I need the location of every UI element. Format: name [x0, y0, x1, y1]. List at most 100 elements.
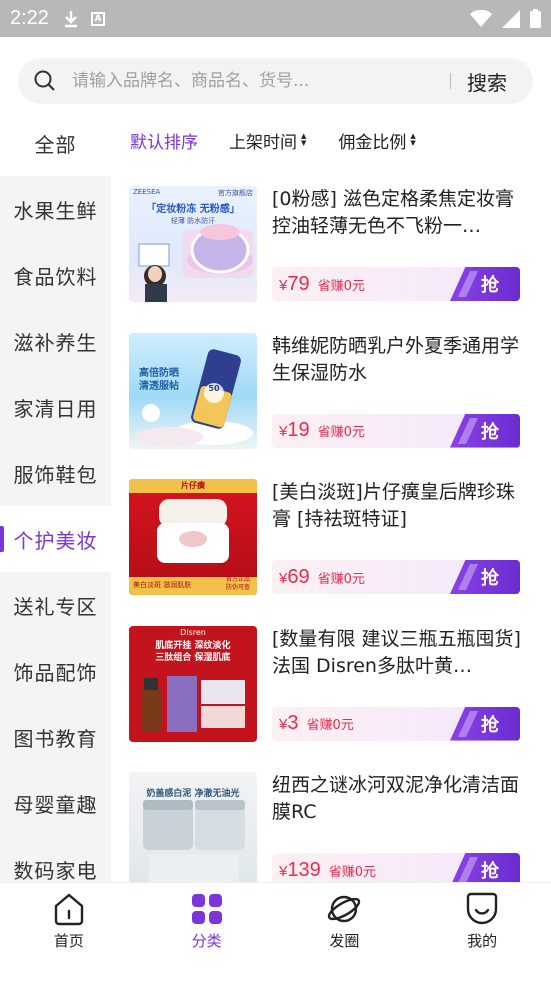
nav-moments[interactable]: 发圈	[299, 891, 389, 981]
product-earn: 省赚0元	[317, 278, 365, 294]
sidebar-item-health[interactable]: 滋补养生	[0, 308, 111, 374]
sidebar-item-label: 母婴童趣	[13, 792, 98, 817]
product-title: [0粉感] 滋色定格柔焦定妆膏控油轻薄无色不飞粉一…	[272, 188, 514, 237]
nav-moments-label: 发圈	[329, 932, 360, 950]
grab-button[interactable]: 抢	[450, 267, 520, 301]
nav-profile-label: 我的	[467, 932, 498, 950]
search-icon	[34, 70, 55, 91]
sidebar-item-label: 个护美妆	[13, 528, 98, 553]
search-button[interactable]: 搜索	[451, 67, 507, 96]
sidebar-item-label: 滋补养生	[13, 330, 98, 355]
product-earn: 省赚0元	[317, 425, 365, 440]
nav-profile[interactable]: 我的	[437, 891, 527, 981]
sidebar-item-label: 饰品配饰	[13, 660, 98, 685]
price-bar[interactable]: ¥79 省赚0元 抢	[272, 267, 520, 301]
sidebar-item-electronics[interactable]: 数码家电	[0, 836, 111, 883]
thumb-subline: 清透服帖	[139, 380, 179, 392]
sidebar-item-gifts[interactable]: 送礼专区	[0, 572, 111, 638]
thumb-headline: 「定妆粉冻 无粉感」	[146, 204, 240, 215]
sidebar-item-label: 图书教育	[13, 726, 98, 751]
thumb-headline: 肌底开挂 深纹淡化	[155, 640, 231, 651]
product-thumbnail: 高倍防晒 清透服帖 50	[129, 332, 257, 449]
thumb-right-tag: 官方正品 防伪可查	[225, 576, 250, 591]
nav-category[interactable]: 分类	[162, 891, 252, 981]
bottom-nav: 首页 分类 发圈 我的	[0, 882, 551, 981]
status-time: 2:22	[10, 7, 49, 29]
sidebar-item-food-drinks[interactable]: 食品饮料	[0, 242, 111, 308]
sort-arrows-icon: ▲ ▼	[301, 132, 307, 147]
status-bar: 2:22 A	[0, 0, 551, 37]
sidebar-item-accessories[interactable]: 饰品配饰	[0, 638, 111, 704]
nav-home-label: 首页	[53, 932, 84, 950]
price-bar[interactable]: ¥19 省赚0元 抢	[272, 413, 520, 448]
sidebar-item-baby[interactable]: 母婴童趣	[0, 770, 111, 836]
sort-bar: 默认排序 上架时间 ▲ ▼ 佣金比例 ▲ ▼	[111, 110, 551, 170]
grab-button[interactable]: 抢	[450, 413, 520, 448]
sidebar-item-all[interactable]: 全部	[0, 110, 111, 176]
category-sidebar: 全部 水果生鲜 食品饮料 滋补养生 家清日用 服饰鞋包 个护美妆 送礼专区 饰品…	[0, 110, 111, 882]
grab-button[interactable]: 抢	[450, 560, 520, 594]
signal-icon	[502, 9, 520, 28]
sidebar-item-household[interactable]: 家清日用	[0, 374, 111, 440]
price-bar[interactable]: ¥69 省赚0元 抢	[272, 560, 520, 594]
thumb-headline: 奶盖感白泥 净澈无油光	[146, 789, 240, 799]
price-bar[interactable]: ¥3 省赚0元 抢	[272, 706, 520, 741]
thumb-headline: 高倍防晒	[139, 367, 179, 379]
sort-default[interactable]: 默认排序	[130, 128, 198, 153]
sort-commission-label: 佣金比例	[338, 132, 407, 153]
sort-listing-time-label: 上架时间	[229, 132, 297, 153]
a-box-icon: A	[90, 11, 105, 26]
product-card[interactable]: 高倍防晒 清透服帖 50 韩维妮防晒乳户外夏季通用学生保湿防水 ¥19 省赚0元…	[111, 317, 551, 464]
battery-icon	[530, 9, 541, 28]
product-earn: 省赚0元	[328, 864, 376, 880]
product-card[interactable]: ZEESEA 官方旗舰店 「定妆粉冻 无粉感」 轻薄 防水防汗 [0粉感] 滋色…	[111, 170, 551, 317]
sidebar-item-label: 送礼专区	[13, 594, 98, 619]
product-price: ¥69	[279, 565, 310, 588]
thumb-badge: 50	[208, 383, 220, 393]
product-thumbnail: ZEESEA 官方旗舰店 「定妆粉冻 无粉感」 轻薄 防水防汗	[129, 186, 257, 302]
product-title: 纽西之谜冰河双泥净化清洁面膜RC	[272, 774, 520, 823]
product-price: ¥79	[279, 272, 310, 295]
wifi-icon	[470, 9, 492, 27]
smile-icon	[466, 892, 498, 925]
thumb-brand: 片仔癀	[181, 481, 205, 490]
thumb-subline: 轻薄 防水防汗	[170, 217, 216, 225]
product-thumbnail: 片仔癀 美白淡斑 滋润肌肤 官方正品 防伪可查	[129, 479, 257, 595]
grab-button[interactable]: 抢	[450, 853, 520, 882]
download-icon	[64, 10, 77, 27]
sidebar-item-label: 水果生鲜	[13, 198, 98, 223]
product-list: ZEESEA 官方旗舰店 「定妆粉冻 无粉感」 轻薄 防水防汗 [0粉感] 滋色…	[111, 170, 551, 882]
product-card[interactable]: Disren 肌底开挂 深纹淡化 三肽组合 保湿肌底 [数量有限 建议三瓶五瓶囤…	[111, 610, 551, 757]
sort-commission[interactable]: 佣金比例 ▲ ▼	[338, 128, 415, 153]
sidebar-item-label: 数码家电	[13, 858, 98, 883]
thumb-tag: 官方旗舰店	[218, 189, 253, 197]
product-thumbnail: Disren 肌底开挂 深纹淡化 三肽组合 保湿肌底	[129, 625, 257, 742]
sidebar-item-beauty[interactable]: 个护美妆	[0, 506, 111, 572]
search-input[interactable]	[72, 71, 442, 91]
sort-listing-time[interactable]: 上架时间 ▲ ▼	[229, 128, 306, 153]
sidebar-item-label: 食品饮料	[13, 264, 98, 289]
nav-category-label: 分类	[191, 932, 222, 950]
search-bar: 搜索	[18, 58, 533, 104]
sidebar-item-label: 家清日用	[13, 396, 98, 421]
sidebar-item-apparel[interactable]: 服饰鞋包	[0, 440, 111, 506]
product-price: ¥3	[279, 712, 299, 734]
product-thumbnail: 奶盖感白泥 净澈无油光	[129, 772, 257, 882]
price-bar[interactable]: ¥139 省赚0元 抢	[272, 853, 520, 882]
product-price: ¥19	[279, 419, 310, 441]
sidebar-item-label: 全部	[34, 132, 77, 157]
product-card[interactable]: 奶盖感白泥 净澈无油光 纽西之谜冰河双泥净化清洁面膜RC ¥139 省赚0元 抢	[111, 756, 551, 882]
sidebar-item-books[interactable]: 图书教育	[0, 704, 111, 770]
grab-button[interactable]: 抢	[450, 706, 520, 741]
product-earn: 省赚0元	[317, 571, 365, 587]
product-price: ¥139	[279, 858, 321, 881]
thumb-brand: Disren	[180, 627, 206, 637]
product-title: [数量有限 建议三瓶五瓶囤货]法国 Disren多肽叶黄…	[272, 627, 521, 677]
home-icon	[54, 893, 84, 926]
nav-home[interactable]: 首页	[24, 891, 114, 981]
thumb-left-tag: 美白淡斑 滋润肌肤	[133, 581, 192, 589]
category-icon	[191, 894, 222, 924]
sidebar-item-fresh-fruit[interactable]: 水果生鲜	[0, 176, 111, 242]
thumb-subline: 三肽组合 保湿肌底	[155, 652, 231, 663]
product-card[interactable]: 片仔癀 美白淡斑 滋润肌肤 官方正品 防伪可查 [美白淡斑]片仔癀皇后牌珍珠膏 …	[111, 463, 551, 610]
